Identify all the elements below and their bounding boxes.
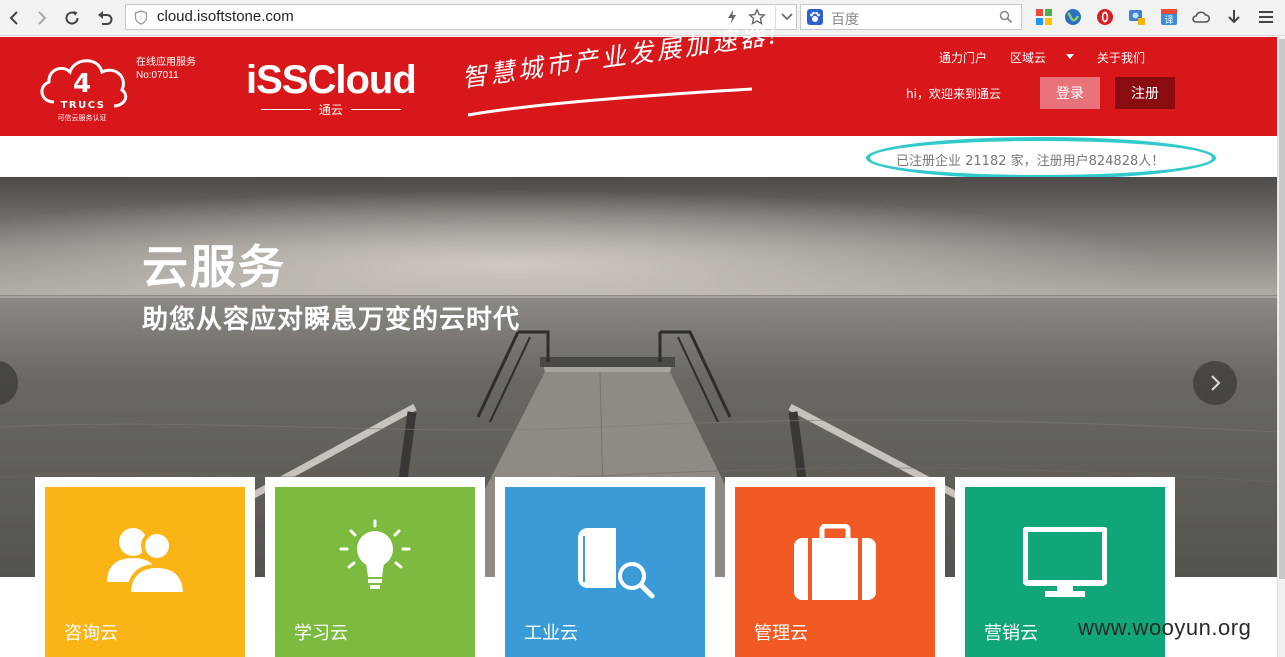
- forward-button[interactable]: [30, 6, 54, 30]
- greeting: hi，欢迎来到通云: [906, 87, 1001, 101]
- search-box[interactable]: 百度: [800, 4, 1022, 30]
- reload-icon: [65, 11, 79, 25]
- brand-sub-text: 通云: [318, 103, 343, 117]
- trucs-caption: 可信云服务认证: [58, 113, 107, 122]
- lightbulb-icon: [339, 519, 411, 589]
- service-info: 在线应用服务 No:07011: [136, 56, 196, 82]
- brand-name: iSSCloud: [246, 58, 417, 102]
- registration-stats: 已注册企业 21182 家，注册用户824828人！: [896, 154, 1165, 169]
- undo-button[interactable]: [93, 6, 117, 30]
- tile-label: 咨询云: [64, 623, 118, 644]
- tile-label: 营销云: [984, 623, 1038, 644]
- undo-icon: [98, 11, 113, 25]
- shield-icon: !: [134, 10, 148, 25]
- tile-industry-cloud[interactable]: 工业云: [505, 487, 705, 657]
- screenshot-icon[interactable]: [1127, 7, 1147, 27]
- svg-text:译: 译: [1164, 15, 1173, 26]
- back-button[interactable]: [2, 6, 26, 30]
- chevron-right-icon: [1211, 375, 1221, 391]
- carousel-next-button[interactable]: [1193, 361, 1237, 405]
- service-line2: No:07011: [136, 70, 179, 81]
- adblock-icon[interactable]: [1095, 7, 1115, 27]
- hero-subtitle: 助您从容应对瞬息万变的云时代: [142, 305, 521, 335]
- nav-region[interactable]: 区域云: [1010, 49, 1046, 66]
- url-text: cloud.isoftstone.com: [157, 8, 294, 25]
- trucs-text: TRUCS: [61, 100, 106, 111]
- search-placeholder: 百度: [831, 12, 859, 28]
- brand-sub: 通云: [246, 101, 416, 118]
- menu-icon[interactable]: [1256, 7, 1276, 27]
- svg-text:!: !: [140, 15, 142, 22]
- apps-grid-icon[interactable]: [1034, 7, 1054, 27]
- users-icon: [107, 528, 187, 596]
- register-button[interactable]: 注册: [1115, 77, 1175, 109]
- back-icon: [9, 11, 18, 25]
- login-button[interactable]: 登录: [1040, 77, 1100, 109]
- browser-toolbar: ! cloud.isoftstone.com 百度 译: [0, 0, 1285, 36]
- brand-logo[interactable]: iSSCloud 通云: [246, 58, 417, 118]
- baidu-paw-icon: [807, 9, 823, 25]
- chevron-down-icon: [780, 13, 793, 21]
- nav-about[interactable]: 关于我们: [1097, 49, 1145, 66]
- watermark: www.wooyun.org: [1078, 615, 1252, 640]
- tile-label: 管理云: [754, 623, 808, 644]
- hero-title: 云服务: [142, 240, 286, 294]
- service-line1: 在线应用服务: [136, 57, 196, 68]
- svg-text:4: 4: [73, 69, 91, 99]
- translate-icon[interactable]: 译: [1159, 7, 1179, 27]
- trucs-logo-icon: 4 TRUCS 可信云服务认证: [40, 59, 128, 122]
- scrollbar-thumb[interactable]: [1279, 39, 1285, 579]
- tile-label: 学习云: [294, 623, 348, 644]
- globe-icon[interactable]: [1063, 7, 1083, 27]
- tile-learning-cloud[interactable]: 学习云: [275, 487, 475, 657]
- briefcase-icon: [794, 524, 876, 600]
- tile-management-cloud[interactable]: 管理云: [735, 487, 935, 657]
- book-search-icon: [578, 528, 655, 599]
- nav-portal[interactable]: 通力门户: [939, 49, 987, 66]
- monitor-icon: [1023, 527, 1107, 597]
- download-icon[interactable]: [1224, 7, 1244, 27]
- cloud-icon[interactable]: [1191, 7, 1211, 27]
- reload-button[interactable]: [60, 6, 84, 30]
- search-icon[interactable]: [999, 10, 1013, 24]
- forward-icon: [38, 11, 47, 25]
- site-header: 4 TRUCS 可信云服务认证 在线应用服务 No:07011 iSSCloud…: [0, 19, 1277, 136]
- page-scrollbar[interactable]: [1277, 37, 1285, 657]
- tile-label: 工业云: [524, 623, 578, 644]
- slogan-swoosh: [467, 87, 753, 117]
- tile-consulting-cloud[interactable]: 咨询云: [45, 487, 245, 657]
- region-dropdown-icon[interactable]: [1066, 54, 1074, 59]
